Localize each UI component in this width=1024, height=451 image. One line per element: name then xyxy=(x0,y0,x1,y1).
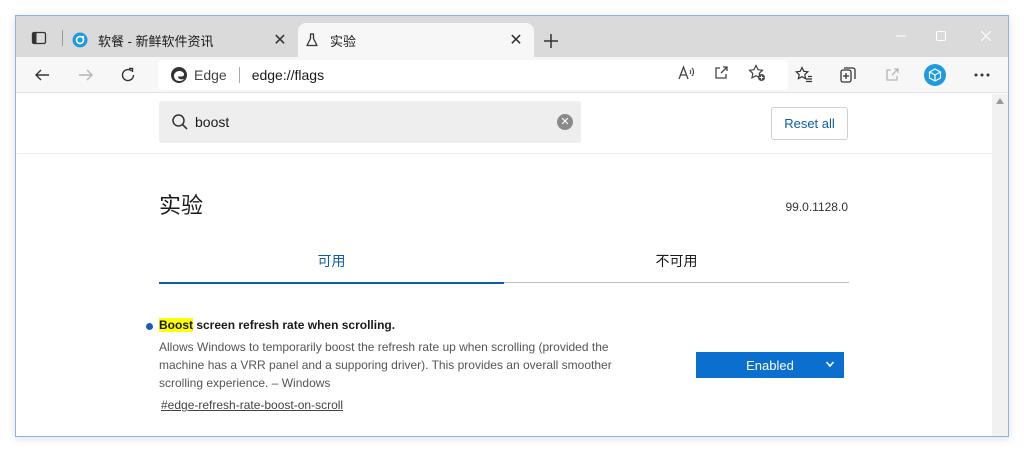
read-aloud-icon xyxy=(678,65,695,80)
site-name: Edge xyxy=(194,67,227,83)
flag-title-rest: screen refresh rate when scrolling. xyxy=(193,318,396,332)
tab-available[interactable]: 可用 xyxy=(159,239,504,284)
version-number: 99.0.1128.0 xyxy=(785,200,848,214)
modified-indicator-dot xyxy=(146,323,153,330)
arrow-right-icon xyxy=(79,69,93,81)
flag-title: Boost screen refresh rate when scrolling… xyxy=(159,318,395,332)
browser-window: 软餐 - 新鲜软件资讯 ✕ 实验 ✕ Edge edge://flags boo… xyxy=(15,15,1009,437)
flag-state-dropdown[interactable]: Enabled xyxy=(696,352,844,378)
edge-logo-icon xyxy=(170,66,188,84)
scroll-up-arrow-icon[interactable] xyxy=(996,98,1004,104)
back-button[interactable] xyxy=(28,61,56,89)
tab-unavailable[interactable]: 不可用 xyxy=(504,239,849,283)
search-icon xyxy=(171,113,189,131)
new-tab-button[interactable] xyxy=(538,28,564,54)
flag-search-box[interactable]: ✕ xyxy=(159,101,581,143)
star-add-icon xyxy=(748,64,765,81)
minimize-icon xyxy=(896,35,906,37)
tab-experiments[interactable]: 实验 ✕ xyxy=(298,23,534,57)
tab-actions-icon xyxy=(31,31,47,45)
refresh-button[interactable] xyxy=(114,61,142,89)
close-icon xyxy=(981,31,991,41)
share-icon xyxy=(715,66,728,79)
page-title: 实验 xyxy=(159,193,204,218)
refresh-icon xyxy=(121,67,135,82)
add-favorite-button[interactable] xyxy=(744,60,770,86)
tab-separator xyxy=(62,30,63,46)
share-page-button[interactable] xyxy=(878,61,906,89)
close-window-button[interactable] xyxy=(966,24,1006,48)
flags-page: ✕ Reset all 实验 99.0.1128.0 可用 不可用 Boost … xyxy=(16,94,992,436)
read-aloud-button[interactable] xyxy=(674,60,700,86)
tab-title: 软餐 - 新鲜软件资讯 xyxy=(98,33,214,49)
chevron-down-icon xyxy=(824,358,836,370)
tab-strip: 软餐 - 新鲜软件资讯 ✕ 实验 ✕ xyxy=(16,16,1008,57)
flag-permalink[interactable]: #edge-refresh-rate-boost-on-scroll xyxy=(161,398,343,412)
search-header: ✕ Reset all xyxy=(16,94,992,154)
minimize-button[interactable] xyxy=(881,24,921,48)
ruancan-logo-icon xyxy=(72,32,88,48)
plus-icon xyxy=(544,34,558,48)
tab-title: 实验 xyxy=(330,33,357,49)
favorites-icon xyxy=(795,66,812,83)
favorites-button[interactable] xyxy=(790,61,818,89)
tab-actions-button[interactable] xyxy=(26,26,52,50)
more-dots-icon xyxy=(974,73,990,77)
address-toolbar: Edge edge://flags xyxy=(16,57,1008,93)
forward-button[interactable] xyxy=(72,61,100,89)
share-disabled-icon xyxy=(886,68,899,81)
collections-icon xyxy=(840,67,856,83)
vertical-scrollbar[interactable] xyxy=(992,94,1008,436)
maximize-button[interactable] xyxy=(921,24,961,48)
flask-icon xyxy=(304,32,320,48)
maximize-icon xyxy=(936,31,946,41)
address-divider xyxy=(238,67,240,83)
settings-more-button[interactable] xyxy=(968,61,996,89)
flag-state-value: Enabled xyxy=(746,357,794,373)
reset-all-button[interactable]: Reset all xyxy=(771,107,848,140)
collections-button[interactable] xyxy=(834,61,862,89)
url-text[interactable]: edge://flags xyxy=(252,67,324,83)
availability-tabs: 可用 不可用 xyxy=(159,239,849,284)
close-tab-icon[interactable]: ✕ xyxy=(504,28,528,52)
clear-search-icon[interactable]: ✕ xyxy=(557,114,573,130)
flag-description: Allows Windows to temporarily boost the … xyxy=(159,340,612,390)
close-tab-icon[interactable]: ✕ xyxy=(268,28,292,52)
share-button[interactable] xyxy=(708,60,734,86)
arrow-left-icon xyxy=(35,69,49,81)
tab-ruancan[interactable]: 软餐 - 新鲜软件资讯 ✕ xyxy=(66,23,298,57)
search-highlight: Boost xyxy=(159,318,193,332)
search-input[interactable] xyxy=(195,114,535,130)
cube-icon xyxy=(928,68,942,82)
profile-avatar[interactable] xyxy=(924,64,946,86)
